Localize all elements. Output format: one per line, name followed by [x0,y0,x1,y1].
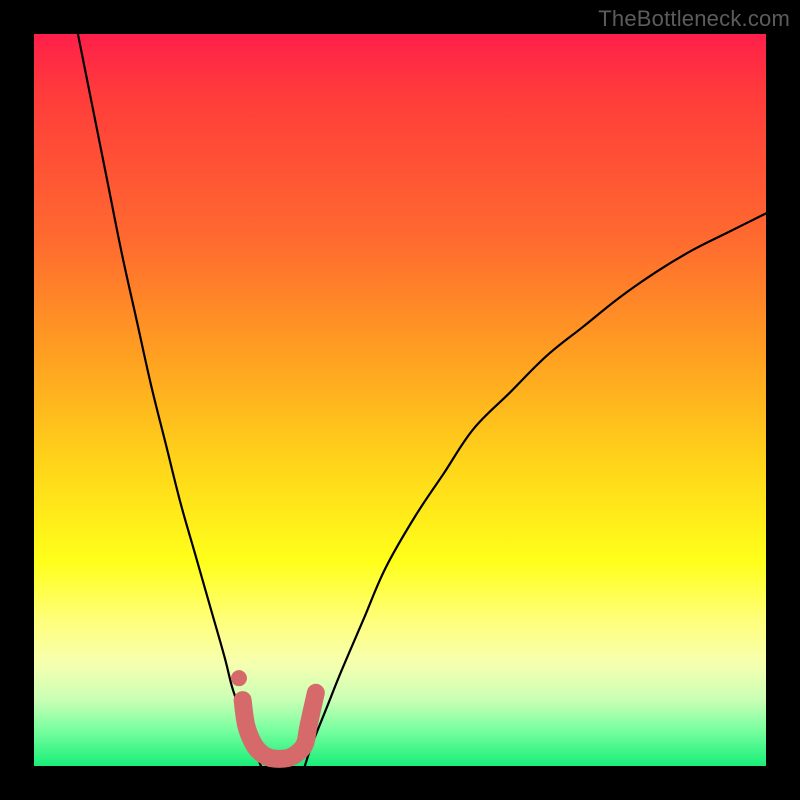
curve-left [78,34,261,766]
watermark-text: TheBottleneck.com [598,6,790,32]
curve-right [305,213,766,766]
chart-svg [34,34,766,766]
marker-dot [231,670,247,686]
chart-frame: TheBottleneck.com [0,0,800,800]
plot-area [34,34,766,766]
marker-band [243,693,316,759]
